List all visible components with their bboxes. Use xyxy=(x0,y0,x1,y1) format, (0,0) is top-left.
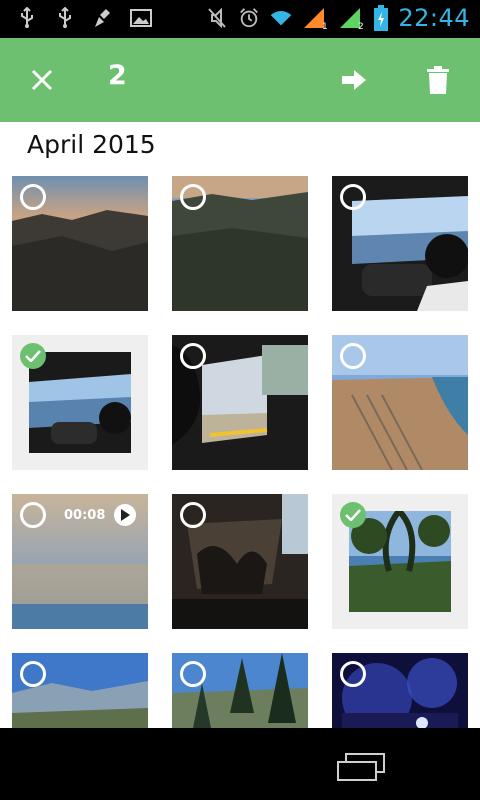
photo-tile[interactable] xyxy=(12,653,148,728)
status-bar: 1 2 22:44 xyxy=(0,0,480,38)
trash-icon xyxy=(427,66,449,94)
clock: 22:44 xyxy=(398,4,470,32)
svg-text:2: 2 xyxy=(358,22,364,30)
photo-thumbnail xyxy=(29,352,131,453)
gallery-content: April 2015 00:08 xyxy=(0,122,480,728)
section-date-header: April 2015 xyxy=(27,130,156,159)
selection-circle[interactable] xyxy=(20,502,46,528)
photo-tile[interactable] xyxy=(172,494,308,629)
signal-icon: 2 xyxy=(338,7,364,30)
cleaner-icon xyxy=(92,7,114,29)
selection-circle[interactable] xyxy=(180,502,206,528)
notification-icons xyxy=(16,7,152,29)
check-icon xyxy=(25,350,41,362)
share-button[interactable] xyxy=(332,58,376,102)
video-tile[interactable]: 00:08 xyxy=(12,494,148,629)
photo-tile[interactable] xyxy=(332,494,468,629)
photo-thumbnail xyxy=(349,511,451,612)
usb-icon xyxy=(54,7,76,29)
selection-circle[interactable] xyxy=(180,661,206,687)
video-duration: 00:08 xyxy=(64,508,106,523)
navigation-bar xyxy=(0,728,480,800)
photo-tile[interactable] xyxy=(172,653,308,728)
check-icon xyxy=(345,509,361,521)
svg-text:1: 1 xyxy=(322,22,328,30)
selection-circle[interactable] xyxy=(20,661,46,687)
signal-icon: 1 xyxy=(302,7,328,30)
selected-count: 2 xyxy=(108,60,127,91)
selection-action-bar: 2 xyxy=(0,38,480,122)
recent-apps-button[interactable] xyxy=(334,750,388,782)
photo-tile[interactable] xyxy=(172,176,308,311)
selection-circle[interactable] xyxy=(180,343,206,369)
usb-icon xyxy=(16,7,38,29)
selection-circle[interactable] xyxy=(340,661,366,687)
photo-tile[interactable] xyxy=(332,653,468,728)
photo-tile[interactable] xyxy=(12,176,148,311)
system-indicators: 1 2 22:44 xyxy=(206,4,470,32)
selection-circle[interactable] xyxy=(340,343,366,369)
wifi-icon xyxy=(270,7,292,29)
forward-arrow-icon xyxy=(342,70,366,90)
photo-tile[interactable] xyxy=(332,176,468,311)
selected-check[interactable] xyxy=(20,343,46,369)
photo-tile[interactable] xyxy=(172,335,308,470)
play-icon xyxy=(114,504,136,526)
alarm-icon xyxy=(238,7,260,29)
photo-tile[interactable] xyxy=(12,335,148,470)
delete-button[interactable] xyxy=(416,58,460,102)
photo-tile[interactable] xyxy=(332,335,468,470)
image-icon xyxy=(130,7,152,29)
selection-circle[interactable] xyxy=(20,184,46,210)
mute-icon xyxy=(206,7,228,29)
selection-circle[interactable] xyxy=(340,184,366,210)
selected-check[interactable] xyxy=(340,502,366,528)
selection-circle[interactable] xyxy=(180,184,206,210)
battery-icon xyxy=(374,5,389,31)
close-icon xyxy=(31,69,53,91)
close-selection-button[interactable] xyxy=(20,58,64,102)
recent-apps-icon xyxy=(337,753,385,781)
